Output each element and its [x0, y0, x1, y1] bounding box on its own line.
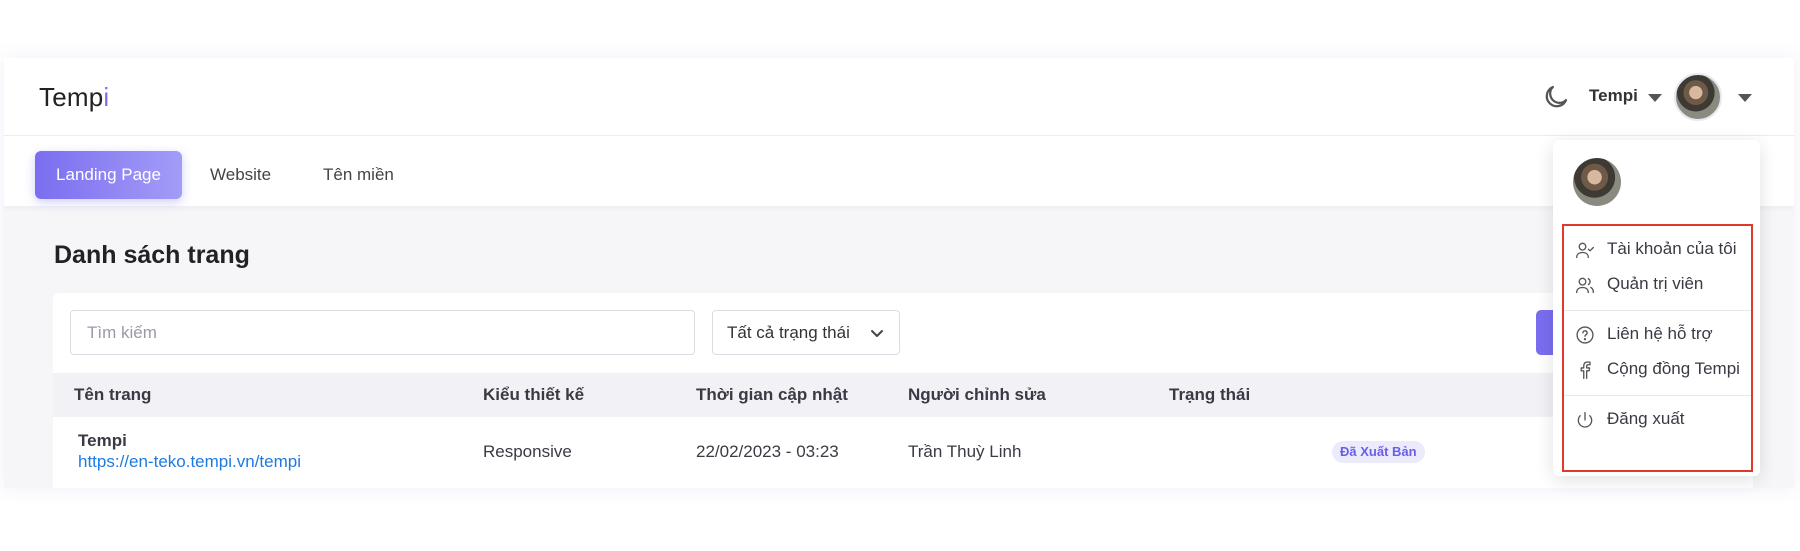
avatar [1573, 158, 1621, 206]
app-window: Tempi Tempi Landing Page Website Tên miề… [4, 58, 1794, 488]
pages-card: Tất cả trạng thái Tên trang Kiểu thiết k… [53, 293, 1753, 488]
column-header[interactable]: Thời gian cập nhật [696, 385, 848, 405]
facebook-icon [1580, 361, 1591, 379]
moon-icon[interactable] [1541, 82, 1571, 112]
design-type: Responsive [483, 442, 572, 461]
users-icon [1576, 277, 1594, 294]
help-circle-icon [1576, 326, 1594, 344]
table-row[interactable]: Tempi https://en-teko.tempi.vn/tempi Res… [53, 417, 1753, 488]
column-header[interactable]: Kiểu thiết kế [483, 385, 584, 405]
user-dropdown-menu: Tài khoản của tôi Quản trị viên Liên hệ … [1553, 140, 1760, 476]
workspace-name[interactable]: Tempi [1589, 86, 1638, 106]
status-filter-value: Tất cả trạng thái [727, 323, 850, 342]
menu-divider [1564, 310, 1751, 311]
chevron-down-icon[interactable] [1738, 94, 1752, 102]
menu-divider [1564, 395, 1751, 396]
tab-landing-page[interactable]: Landing Page [35, 151, 182, 199]
menu-item-admins[interactable]: Quản trị viên [1564, 267, 1751, 303]
column-header[interactable]: Tên trang [74, 385, 151, 405]
tab-bar: Landing Page Website Tên miền [4, 136, 1794, 206]
status-filter-select[interactable]: Tất cả trạng thái [712, 310, 900, 355]
search-input[interactable] [70, 310, 695, 355]
highlight-box: Tài khoản của tôi Quản trị viên Liên hệ … [1562, 224, 1753, 472]
editor-name: Trần Thuỳ Linh [908, 442, 1022, 461]
page-title: Danh sách trang [54, 241, 250, 269]
tab-domain[interactable]: Tên miền [323, 151, 394, 199]
table-header: Tên trang Kiểu thiết kế Thời gian cập nh… [53, 373, 1753, 417]
status-badge: Đã Xuất Bản [1332, 441, 1425, 463]
page-name[interactable]: Tempi [78, 431, 127, 451]
tab-website[interactable]: Website [210, 151, 271, 199]
tempi-logo[interactable]: Tempi [39, 82, 109, 113]
updated-time: 22/02/2023 - 03:23 [696, 442, 839, 461]
power-icon [1577, 411, 1593, 428]
chevron-down-icon [871, 330, 883, 337]
page-url-link[interactable]: https://en-teko.tempi.vn/tempi [78, 452, 301, 472]
menu-item-my-account[interactable]: Tài khoản của tôi [1564, 232, 1751, 268]
column-header[interactable]: Trạng thái [1169, 385, 1250, 405]
chevron-down-icon[interactable] [1648, 94, 1662, 102]
avatar[interactable] [1674, 73, 1722, 121]
menu-item-logout[interactable]: Đăng xuất [1564, 402, 1751, 438]
menu-item-community[interactable]: Cộng đồng Tempi [1564, 352, 1751, 388]
top-header: Tempi Tempi [4, 58, 1794, 136]
user-check-icon [1576, 242, 1594, 259]
menu-item-support[interactable]: Liên hệ hỗ trợ [1564, 317, 1751, 353]
column-header[interactable]: Người chỉnh sửa [908, 385, 1046, 405]
